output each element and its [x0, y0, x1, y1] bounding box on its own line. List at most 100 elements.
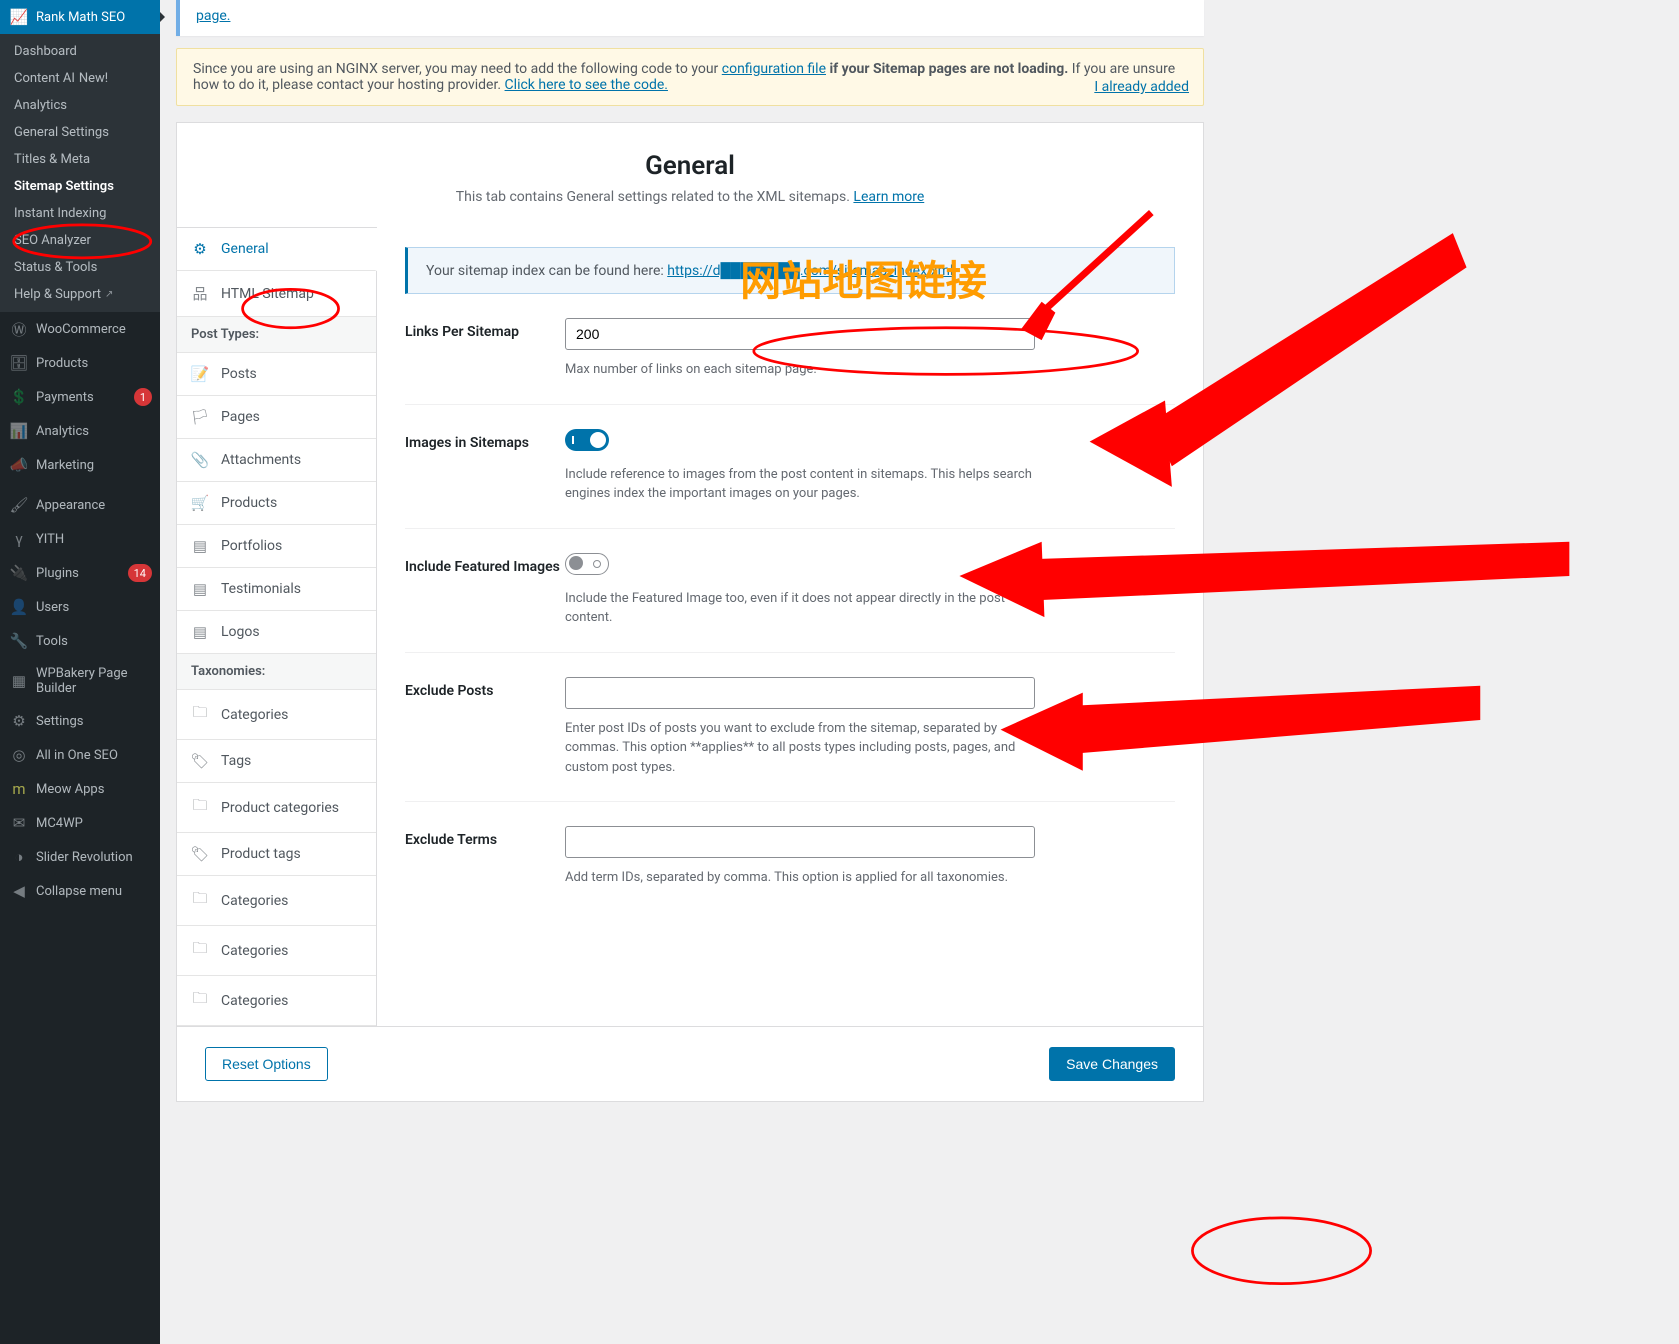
save-changes-button[interactable]: Save Changes: [1049, 1047, 1175, 1081]
settings-tabs: ⚙General 品HTML Sitemap Post Types: 📝Post…: [177, 227, 377, 1026]
testimonial-icon: ▤: [191, 580, 209, 598]
tab-section-taxonomies: Taxonomies:: [177, 654, 376, 690]
plugins-badge: 14: [128, 564, 152, 582]
tab-tags[interactable]: 🏷Tags: [177, 740, 376, 783]
sidebar-item-marketing[interactable]: 📣Marketing: [0, 448, 160, 482]
submenu-help-support[interactable]: Help & Support ↗: [0, 281, 160, 308]
new-badge: New!: [79, 71, 108, 86]
submenu-analytics[interactable]: Analytics: [0, 92, 160, 119]
help-exclude-terms: Add term IDs, separated by comma. This o…: [565, 868, 1035, 888]
nginx-config-link[interactable]: configuration file: [722, 61, 826, 77]
sidebar-item-wpbakery[interactable]: ▦WPBakery Page Builder: [0, 658, 160, 704]
row-exclude-posts: Exclude Posts Enter post IDs of posts yo…: [405, 653, 1175, 803]
label-exclude-posts: Exclude Posts: [405, 677, 565, 699]
sitemap-intro: Your sitemap index can be found here:: [426, 263, 667, 279]
users-icon: 👤: [10, 598, 28, 616]
notice-top: page.: [176, 0, 1204, 36]
tag-icon: 🏷: [191, 752, 209, 770]
sidebar-item-settings[interactable]: ⚙Settings: [0, 704, 160, 738]
learn-more-link[interactable]: Learn more: [853, 189, 924, 205]
sidebar-item-slider-revolution[interactable]: ◑Slider Revolution: [0, 840, 160, 874]
sidebar-item-tools[interactable]: 🔧Tools: [0, 624, 160, 658]
marketing-icon: 📣: [10, 456, 28, 474]
wpbakery-icon: ▦: [10, 672, 28, 690]
label-links-per-sitemap: Links Per Sitemap: [405, 318, 565, 340]
nginx-already-added[interactable]: I already added: [1094, 79, 1189, 95]
gear-icon: ⚙: [191, 240, 209, 258]
sidebar-item-aioseo[interactable]: ◎All in One SEO: [0, 738, 160, 772]
help-exclude-posts: Enter post IDs of posts you want to excl…: [565, 719, 1035, 778]
tab-logos[interactable]: ▤Logos: [177, 611, 376, 654]
toggle-include-featured[interactable]: [565, 553, 609, 575]
submenu-status-tools[interactable]: Status & Tools: [0, 254, 160, 281]
help-include-featured: Include the Featured Image too, even if …: [565, 589, 1035, 628]
sidebar-item-mc4wp[interactable]: ✉MC4WP: [0, 806, 160, 840]
reset-options-button[interactable]: Reset Options: [205, 1047, 328, 1081]
sidebar-item-rank-math[interactable]: 📈 Rank Math SEO: [0, 0, 160, 34]
tab-categories-2[interactable]: 🗀Categories: [177, 876, 376, 926]
tools-icon: 🔧: [10, 632, 28, 650]
tab-product-categories[interactable]: 🗀Product categories: [177, 783, 376, 833]
nginx-text-mid: if your Sitemap pages are not loading.: [826, 61, 1068, 77]
input-exclude-terms[interactable]: [565, 826, 1035, 858]
sidebar-item-collapse[interactable]: ◀Collapse menu: [0, 874, 160, 908]
nginx-code-link[interactable]: Click here to see the code.: [505, 77, 668, 93]
submenu-titles-meta[interactable]: Titles & Meta: [0, 146, 160, 173]
tab-categories-3[interactable]: 🗀Categories: [177, 926, 376, 976]
input-links-per-sitemap[interactable]: [565, 318, 1035, 350]
tab-pages[interactable]: 🏳Pages: [177, 396, 376, 439]
submenu-general-settings[interactable]: General Settings: [0, 119, 160, 146]
payments-badge: 1: [134, 388, 152, 406]
tag-icon: 🏷: [191, 845, 209, 863]
payments-icon: 💲: [10, 388, 28, 406]
attachment-icon: 📎: [191, 451, 209, 469]
settings-icon: ⚙: [10, 712, 28, 730]
tab-categories-4[interactable]: 🗀Categories: [177, 976, 376, 1026]
sidebar-item-users[interactable]: 👤Users: [0, 590, 160, 624]
row-images-in-sitemaps: Images in Sitemaps Include reference to …: [405, 405, 1175, 529]
sidebar-item-meow[interactable]: mMeow Apps: [0, 772, 160, 806]
sidebar-item-payments[interactable]: 💲Payments1: [0, 380, 160, 414]
submenu-seo-analyzer[interactable]: SEO Analyzer: [0, 227, 160, 254]
row-exclude-terms: Exclude Terms Add term IDs, separated by…: [405, 802, 1175, 912]
sidebar-item-woocommerce[interactable]: ⓌWooCommerce: [0, 312, 160, 346]
sidebar-item-yith[interactable]: γYITH: [0, 522, 160, 556]
submenu-sitemap-settings[interactable]: Sitemap Settings: [0, 173, 160, 200]
tab-portfolios[interactable]: ▤Portfolios: [177, 525, 376, 568]
submenu-content-ai[interactable]: Content AI New!: [0, 65, 160, 92]
sidebar-item-analytics[interactable]: 📊Analytics: [0, 414, 160, 448]
notice-top-link[interactable]: page.: [196, 8, 230, 24]
submenu-instant-indexing[interactable]: Instant Indexing: [0, 200, 160, 227]
appearance-icon: 🖌: [10, 496, 28, 514]
folder-icon: 🗀: [191, 888, 209, 913]
sitemap-url-link[interactable]: https://d████████.com/sitemap_index.xml: [667, 263, 953, 279]
cart-icon: 🛒: [191, 494, 209, 512]
submenu-dashboard[interactable]: Dashboard: [0, 38, 160, 65]
sidebar-item-products[interactable]: 🗄Products: [0, 346, 160, 380]
rank-math-icon: 📈: [10, 8, 28, 26]
tab-html-sitemap[interactable]: 品HTML Sitemap: [177, 271, 376, 317]
post-icon: 📝: [191, 365, 209, 383]
tab-section-post-types: Post Types:: [177, 317, 376, 353]
portfolio-icon: ▤: [191, 537, 209, 555]
sidebar-item-plugins[interactable]: 🔌Plugins14: [0, 556, 160, 590]
help-images-in-sitemaps: Include reference to images from the pos…: [565, 465, 1035, 504]
folder-icon: 🗀: [191, 795, 209, 820]
row-links-per-sitemap: Links Per Sitemap Max number of links on…: [405, 294, 1175, 405]
tab-general[interactable]: ⚙General: [177, 228, 377, 271]
help-links-per-sitemap: Max number of links on each sitemap page…: [565, 360, 1035, 380]
external-icon: ↗: [105, 289, 113, 300]
sidebar-item-appearance[interactable]: 🖌Appearance: [0, 488, 160, 522]
collapse-icon: ◀: [10, 882, 28, 900]
analytics-icon: 📊: [10, 422, 28, 440]
logo-icon: ▤: [191, 623, 209, 641]
tab-attachments[interactable]: 📎Attachments: [177, 439, 376, 482]
tab-products[interactable]: 🛒Products: [177, 482, 376, 525]
label-images-in-sitemaps: Images in Sitemaps: [405, 429, 565, 451]
tab-posts[interactable]: 📝Posts: [177, 353, 376, 396]
tab-categories[interactable]: 🗀Categories: [177, 690, 376, 740]
toggle-images-in-sitemaps[interactable]: [565, 429, 609, 451]
tab-product-tags[interactable]: 🏷Product tags: [177, 833, 376, 876]
input-exclude-posts[interactable]: [565, 677, 1035, 709]
tab-testimonials[interactable]: ▤Testimonials: [177, 568, 376, 611]
